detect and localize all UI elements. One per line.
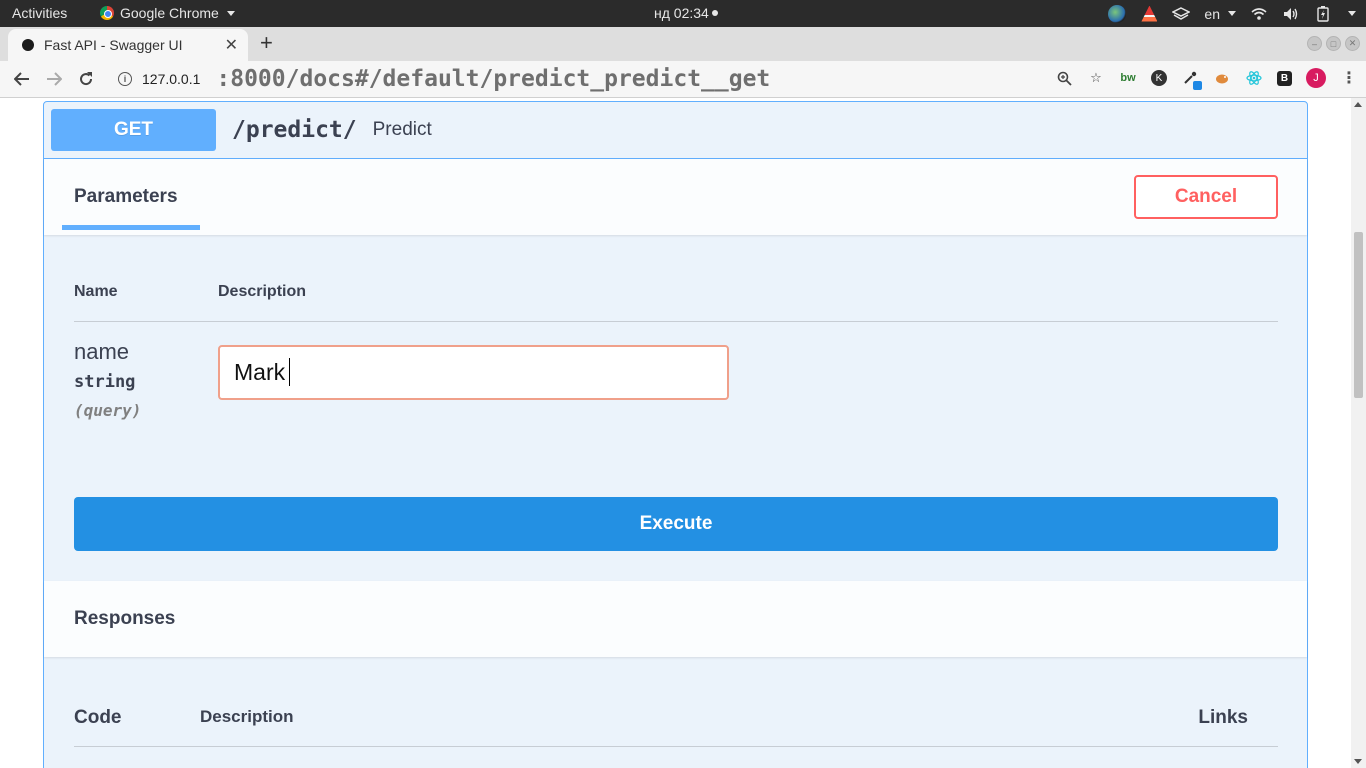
new-tab-button[interactable]: + bbox=[260, 32, 273, 54]
battery-icon bbox=[1314, 5, 1332, 23]
page-viewport: GET /predict/ Predict Parameters Cancel … bbox=[0, 98, 1366, 768]
window-controls: – □ ✕ bbox=[1307, 36, 1360, 51]
http-method-badge: GET bbox=[51, 109, 216, 151]
scroll-down-arrow-icon[interactable] bbox=[1354, 759, 1362, 764]
profile-avatar[interactable]: J bbox=[1306, 68, 1326, 88]
endpoint-summary: Predict bbox=[372, 119, 432, 140]
responses-header: Responses bbox=[44, 581, 1307, 657]
tray-vlc-icon[interactable] bbox=[1140, 5, 1158, 23]
system-top-bar: Activities Google Chrome нд 02:34 en bbox=[0, 0, 1366, 27]
close-window-icon[interactable]: ✕ bbox=[1345, 36, 1360, 51]
tab-parameters[interactable]: Parameters bbox=[74, 186, 178, 208]
responses-divider bbox=[74, 746, 1278, 747]
column-header-links: Links bbox=[1198, 707, 1248, 728]
app-menu[interactable]: Google Chrome bbox=[100, 5, 235, 21]
browser-toolbar: i 127.0.0.1 :8000/docs#/default/predict_p… bbox=[0, 61, 1366, 98]
language-selector[interactable]: en bbox=[1204, 6, 1236, 22]
column-header-description: Description bbox=[218, 283, 307, 300]
operation-block-get-predict: GET /predict/ Predict Parameters Cancel … bbox=[43, 101, 1308, 768]
column-header-response-description: Description bbox=[200, 707, 294, 726]
param-name-input[interactable] bbox=[218, 345, 729, 400]
app-name-label: Google Chrome bbox=[120, 5, 219, 21]
back-arrow-icon[interactable] bbox=[6, 63, 38, 95]
header-divider bbox=[74, 321, 1278, 322]
language-label: en bbox=[1204, 5, 1220, 22]
tab-swagger[interactable]: Fast API - Swagger UI ✕ bbox=[8, 29, 248, 61]
url-path: :8000/docs#/default/predict_predict__get bbox=[216, 66, 771, 92]
chevron-down-icon bbox=[1228, 11, 1236, 16]
tab-strip: Fast API - Swagger UI ✕ + – □ ✕ bbox=[0, 27, 1366, 61]
notification-dot-icon bbox=[711, 10, 718, 16]
column-header-code: Code bbox=[74, 707, 122, 728]
clock-label: нд 02:34 bbox=[654, 5, 709, 21]
responses-table: Code Description Links bbox=[44, 657, 1307, 768]
kebab-menu-icon[interactable]: ⋮ bbox=[1340, 69, 1358, 87]
wifi-icon bbox=[1250, 5, 1268, 23]
extension-eyedropper-icon[interactable] bbox=[1181, 69, 1202, 90]
scroll-up-arrow-icon[interactable] bbox=[1354, 102, 1362, 107]
site-info-icon[interactable]: i bbox=[118, 72, 132, 86]
responses-title: Responses bbox=[74, 608, 176, 629]
system-tray: en bbox=[1108, 3, 1356, 24]
param-location: (query) bbox=[74, 401, 142, 420]
minimize-icon[interactable]: – bbox=[1307, 36, 1322, 51]
scrollbar-thumb[interactable] bbox=[1354, 232, 1363, 398]
chevron-down-icon bbox=[226, 10, 235, 16]
tray-globe-icon[interactable] bbox=[1108, 4, 1127, 23]
address-bar[interactable]: i 127.0.0.1 :8000/docs#/default/predict_p… bbox=[110, 65, 1090, 93]
chrome-logo-icon bbox=[100, 6, 114, 20]
operation-summary[interactable]: GET /predict/ Predict bbox=[44, 102, 1307, 159]
endpoint-path: /predict/ bbox=[232, 117, 357, 143]
page-scrollbar[interactable] bbox=[1351, 98, 1366, 768]
extension-k-icon[interactable]: K bbox=[1151, 70, 1167, 86]
url-host: 127.0.0.1 bbox=[142, 71, 201, 87]
tray-layers-icon[interactable] bbox=[1172, 5, 1191, 23]
volume-icon bbox=[1282, 5, 1300, 23]
forward-arrow-icon[interactable] bbox=[38, 63, 70, 95]
tab-title: Fast API - Swagger UI bbox=[44, 37, 183, 53]
maximize-icon[interactable]: □ bbox=[1326, 36, 1341, 51]
bookmark-star-icon[interactable]: ☆ bbox=[1087, 69, 1105, 87]
system-menu-chevron-icon[interactable] bbox=[1348, 11, 1356, 16]
active-tab-underline bbox=[62, 225, 200, 230]
extension-b-icon[interactable]: B bbox=[1277, 70, 1292, 86]
extension-bw-icon[interactable]: bw bbox=[1119, 69, 1137, 87]
column-header-name: Name bbox=[74, 283, 118, 300]
param-type: string bbox=[74, 372, 136, 392]
toolbar-icons: ☆ bw K B J ⋮ bbox=[1055, 68, 1358, 90]
reload-icon[interactable] bbox=[70, 63, 102, 95]
param-name: name bbox=[74, 339, 130, 364]
favicon-icon bbox=[22, 39, 34, 51]
close-tab-icon[interactable]: ✕ bbox=[225, 35, 238, 55]
clock[interactable]: нд 02:34 bbox=[654, 5, 718, 21]
zoom-icon[interactable] bbox=[1055, 69, 1073, 87]
execute-button[interactable]: Execute bbox=[74, 497, 1278, 551]
extension-bird-icon[interactable] bbox=[1213, 69, 1231, 87]
activities-button[interactable]: Activities bbox=[12, 5, 67, 21]
extension-react-icon[interactable] bbox=[1245, 69, 1263, 87]
parameters-table: Name Description name string (query) Exe… bbox=[44, 235, 1307, 581]
parameters-header: Parameters Cancel bbox=[44, 159, 1307, 235]
text-cursor bbox=[289, 358, 290, 386]
cancel-button[interactable]: Cancel bbox=[1134, 175, 1278, 219]
